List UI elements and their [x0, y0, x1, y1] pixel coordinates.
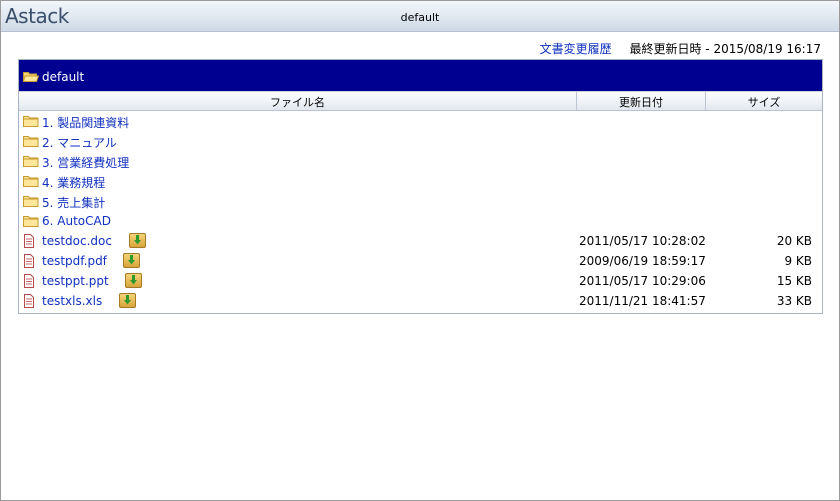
file-updated: 2011/05/17 10:29:06	[579, 274, 706, 288]
folder-name[interactable]: 5. 売上集計	[42, 194, 105, 211]
document-icon	[23, 234, 35, 251]
file-updated: 2011/05/17 10:28:02	[579, 234, 706, 248]
column-header-name[interactable]: ファイル名	[19, 94, 576, 110]
folder-name[interactable]: 4. 業務規程	[42, 174, 105, 191]
file-name[interactable]: testppt.ppt	[42, 274, 109, 288]
document-icon	[23, 294, 35, 311]
download-icon[interactable]	[129, 233, 146, 248]
folder-icon	[23, 174, 39, 190]
folder-row[interactable]: 5. 売上集計	[19, 191, 822, 211]
download-icon[interactable]	[123, 253, 140, 268]
file-row[interactable]: testxls.xls 2011/11/21 18:41:57 33 KB	[19, 291, 822, 311]
app-window: Astack default 文書変更履歴 最終更新日時 - 2015/08/1…	[0, 0, 840, 501]
folder-icon	[23, 114, 39, 130]
folder-icon	[23, 134, 39, 150]
column-header: ファイル名 更新日付 サイズ	[19, 91, 822, 111]
column-header-updated[interactable]: 更新日付	[577, 94, 705, 110]
folder-list: 1. 製品関連資料 2. マニュアル 3. 営業経費処理 4. 業務規程 5. …	[19, 111, 822, 231]
folder-icon	[23, 214, 39, 230]
file-updated: 2011/11/21 18:41:57	[579, 294, 706, 308]
folder-row[interactable]: 6. AutoCAD	[19, 211, 822, 231]
last-updated-label: 最終更新日時	[629, 42, 702, 56]
folder-row[interactable]: 4. 業務規程	[19, 171, 822, 191]
folder-name[interactable]: 2. マニュアル	[42, 134, 117, 151]
last-updated-value: 2015/08/19 16:17	[713, 42, 821, 56]
folder-icon	[23, 154, 39, 170]
file-name[interactable]: testdoc.doc	[42, 234, 112, 248]
document-icon	[23, 274, 35, 291]
folder-name[interactable]: 3. 営業経費処理	[42, 154, 129, 171]
download-icon[interactable]	[125, 273, 142, 288]
folder-header-name: default	[42, 70, 85, 84]
file-row[interactable]: testppt.ppt 2011/05/17 10:29:06 15 KB	[19, 271, 822, 291]
download-icon[interactable]	[119, 293, 136, 308]
file-size: 33 KB	[776, 294, 812, 308]
file-row[interactable]: testpdf.pdf 2009/06/19 18:59:17 9 KB	[19, 251, 822, 271]
file-name[interactable]: testpdf.pdf	[42, 254, 107, 268]
file-row[interactable]: testdoc.doc 2011/05/17 10:28:02 20 KB	[19, 231, 822, 251]
open-folder-icon	[22, 71, 40, 85]
file-size: 15 KB	[776, 274, 812, 288]
folder-name[interactable]: 1. 製品関連資料	[42, 114, 129, 131]
history-link[interactable]: 文書変更履歴	[540, 42, 612, 56]
folder-header: default	[19, 60, 822, 91]
file-size: 9 KB	[784, 254, 812, 268]
file-size: 20 KB	[776, 234, 812, 248]
title-bar: Astack default	[1, 1, 839, 32]
file-updated: 2009/06/19 18:59:17	[579, 254, 706, 268]
folder-row[interactable]: 1. 製品関連資料	[19, 111, 822, 131]
folder-row[interactable]: 2. マニュアル	[19, 131, 822, 151]
file-list: testdoc.doc 2011/05/17 10:28:02 20 KB te…	[19, 231, 822, 311]
file-name[interactable]: testxls.xls	[42, 294, 102, 308]
current-folder-title: default	[400, 11, 440, 24]
file-list-panel: default ファイル名 更新日付 サイズ 1. 製品関連資料 2. マニュア…	[18, 59, 823, 314]
folder-name[interactable]: 6. AutoCAD	[42, 214, 111, 228]
folder-icon	[23, 194, 39, 210]
column-header-size[interactable]: サイズ	[706, 94, 822, 110]
document-icon	[23, 254, 35, 271]
toolbar: 文書変更履歴 最終更新日時 - 2015/08/19 16:17	[540, 40, 821, 57]
folder-row[interactable]: 3. 営業経費処理	[19, 151, 822, 171]
